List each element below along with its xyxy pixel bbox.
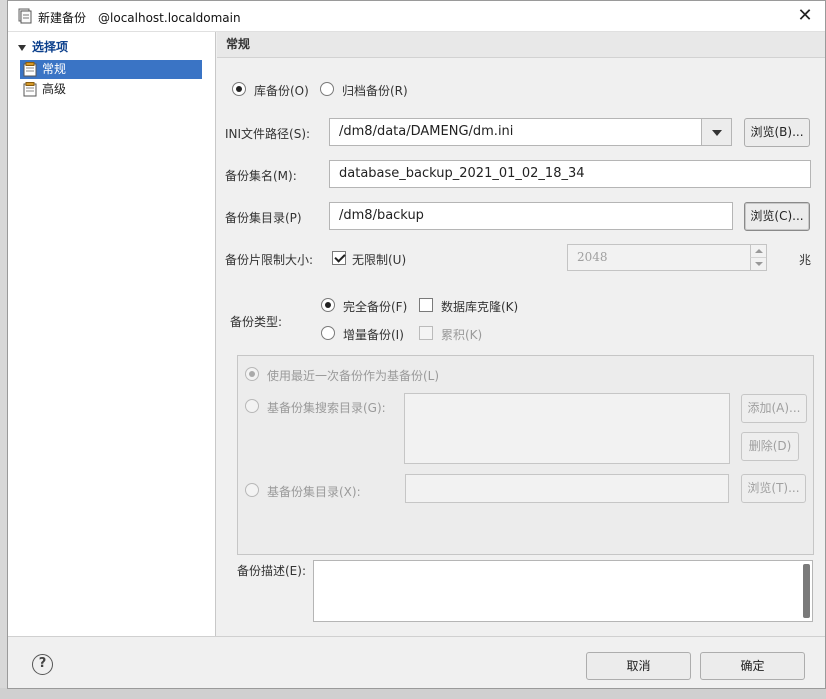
database-backup-radio[interactable] bbox=[232, 82, 246, 96]
database-backup-label: 库备份(O) bbox=[254, 84, 309, 98]
delete-dir-button[interactable]: 删除(D) bbox=[741, 432, 799, 461]
ini-browse-button[interactable]: 浏览(B)... bbox=[744, 118, 810, 147]
title-bar: 新建备份 @localhost.localdomain ✕ bbox=[8, 1, 825, 32]
spin-up-icon[interactable] bbox=[750, 245, 766, 258]
use-latest-base-radio[interactable] bbox=[245, 367, 259, 381]
window-title: 新建备份 @localhost.localdomain bbox=[38, 9, 241, 26]
base-dir-label: 基备份集目录(X): bbox=[267, 485, 361, 499]
cumulative-label: 累积(K) bbox=[441, 328, 483, 342]
chevron-down-icon bbox=[18, 44, 26, 51]
use-latest-base-label: 使用最近一次备份作为基备份(L) bbox=[267, 369, 440, 383]
window-title-host: @localhost.localdomain bbox=[98, 11, 241, 25]
unlimited-checkbox[interactable] bbox=[332, 251, 346, 265]
base-backup-group: 使用最近一次备份作为基备份(L) 基备份集搜索目录(G): 添加(A)... 删… bbox=[237, 355, 814, 555]
piece-size-spinner[interactable]: 2048 bbox=[567, 244, 767, 271]
dialog-footer: ? 取消 确定 bbox=[8, 636, 825, 688]
backup-set-dir-label: 备份集目录(P) bbox=[225, 211, 302, 225]
ini-path-field[interactable]: /dm8/data/DAMENG/dm.ini bbox=[329, 118, 702, 146]
backup-set-name-label: 备份集名(M): bbox=[225, 169, 297, 183]
spin-down-icon[interactable] bbox=[750, 258, 766, 271]
full-backup-radio[interactable] bbox=[321, 298, 335, 312]
piece-limit-label: 备份片限制大小: bbox=[225, 253, 314, 267]
db-clone-label: 数据库克隆(K) bbox=[441, 300, 519, 314]
tree-item-general[interactable]: 常规 bbox=[20, 60, 202, 79]
base-search-dir-radio[interactable] bbox=[245, 399, 259, 413]
incremental-backup-radio[interactable] bbox=[321, 326, 335, 340]
ini-path-label: INI文件路径(S): bbox=[225, 127, 311, 141]
incremental-backup-label: 增量备份(I) bbox=[343, 328, 404, 342]
dir-browse-button[interactable]: 浏览(C)... bbox=[744, 202, 810, 231]
tree-root-label: 选择项 bbox=[32, 40, 69, 54]
tree-item-advanced[interactable]: 高级 bbox=[20, 80, 202, 99]
base-dir-radio[interactable] bbox=[245, 483, 259, 497]
ok-button[interactable]: 确定 bbox=[700, 652, 805, 680]
tree-item-general-label: 常规 bbox=[42, 62, 67, 76]
base-dir-field[interactable] bbox=[405, 474, 729, 503]
close-icon[interactable]: ✕ bbox=[795, 5, 815, 27]
archive-backup-label: 归档备份(R) bbox=[342, 84, 408, 98]
settings-page-icon bbox=[23, 82, 38, 97]
tree-item-advanced-label: 高级 bbox=[42, 82, 67, 96]
backup-set-name-field[interactable]: database_backup_2021_01_02_18_34 bbox=[329, 160, 811, 188]
backup-type-label: 备份类型: bbox=[230, 315, 283, 329]
description-label: 备份描述(E): bbox=[237, 564, 306, 578]
description-textarea[interactable] bbox=[313, 560, 813, 622]
db-clone-checkbox[interactable] bbox=[419, 298, 433, 312]
unlimited-label: 无限制(U) bbox=[352, 253, 407, 267]
add-dir-button[interactable]: 添加(A)... bbox=[741, 394, 807, 423]
section-title: 常规 bbox=[217, 32, 825, 58]
description-scrollbar[interactable] bbox=[803, 564, 810, 618]
backup-app-icon bbox=[17, 8, 33, 24]
cancel-button[interactable]: 取消 bbox=[586, 652, 691, 680]
settings-page-icon bbox=[23, 62, 38, 77]
base-search-dir-label: 基备份集搜索目录(G): bbox=[267, 401, 386, 415]
background-window-bottom bbox=[0, 688, 826, 699]
base-search-dir-list[interactable] bbox=[404, 393, 730, 464]
help-icon[interactable]: ? bbox=[32, 654, 53, 675]
general-page: 常规 库备份(O) 归档备份(R) INI文件路径(S): /dm8/data/… bbox=[217, 32, 825, 636]
options-tree: 选择项 常规 高级 bbox=[8, 32, 216, 636]
ini-path-dropdown-button[interactable] bbox=[701, 118, 732, 146]
tree-root-options[interactable]: 选择项 bbox=[18, 38, 68, 56]
full-backup-label: 完全备份(F) bbox=[343, 300, 408, 314]
size-unit-label: 兆 bbox=[799, 253, 812, 267]
archive-backup-radio[interactable] bbox=[320, 82, 334, 96]
cumulative-checkbox[interactable] bbox=[419, 326, 433, 340]
base-dir-browse-button[interactable]: 浏览(T)... bbox=[741, 474, 806, 503]
piece-size-value: 2048 bbox=[577, 250, 608, 264]
backup-set-dir-field[interactable]: /dm8/backup bbox=[329, 202, 733, 230]
new-backup-dialog: 新建备份 @localhost.localdomain ✕ 选择项 常规 高级 … bbox=[7, 0, 826, 689]
window-title-label: 新建备份 bbox=[38, 11, 87, 25]
